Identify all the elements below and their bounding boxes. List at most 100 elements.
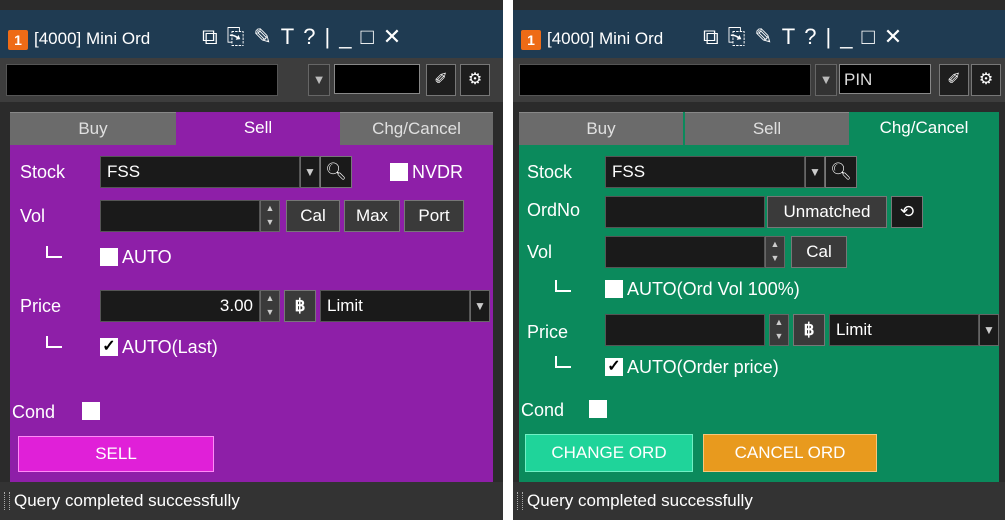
title-icons: ⧉ ⎘ ✎ T? | _ □ ✕ [703,24,911,50]
cal-button[interactable]: Cal [791,236,847,268]
close-icon[interactable]: ✕ [383,24,401,50]
ordno-label: OrdNo [527,200,581,220]
account-bar: ▼ ✐ ⚙ [0,58,503,102]
sell-panel: Buy Sell Chg/Cancel Stock FSS ▼ 🔍︎ NVDR … [10,112,493,482]
auto-vol-checkbox[interactable] [605,280,623,298]
pin-tool-icon[interactable]: ✎ [253,24,271,50]
auto-vol-checkbox[interactable] [100,248,118,266]
order-type-dropdown[interactable]: ▼ [979,314,999,346]
baht-icon[interactable]: ฿ [793,314,825,346]
pin-input[interactable]: PIN [839,64,931,94]
port-button[interactable]: Port [404,200,464,232]
status-bar: Query completed successfully [0,482,503,520]
tab-chg-cancel[interactable]: Chg/Cancel [849,112,999,144]
font-t-icon[interactable]: T [782,24,795,50]
stock-input[interactable]: FSS [605,156,805,188]
price-input[interactable]: 3.00 [100,290,260,322]
title-icons: ⧉ ⎘ ✎ T? | _ □ ✕ [202,24,410,50]
font-t-icon[interactable]: T [281,24,294,50]
status-bar: Query completed successfully [513,482,1005,520]
account-field[interactable] [519,64,811,96]
vol-label: Vol [20,206,46,226]
edit-icon[interactable]: ✐ [939,64,969,96]
stock-dropdown[interactable]: ▼ [300,156,320,188]
price-stepper[interactable]: ▲ ▼ [769,314,789,346]
grip-icon [517,492,523,510]
edit-icon[interactable]: ✐ [426,64,456,96]
nvdr-checkbox[interactable] [390,163,408,181]
account-dropdown[interactable]: ▼ [308,64,330,96]
unmatched-button[interactable]: Unmatched [767,196,887,228]
search-icon[interactable]: 🔍︎ [825,156,857,188]
auto-vol-label: AUTO [122,247,172,267]
cond-checkbox[interactable] [589,400,607,418]
window-icon[interactable]: ⎘ [728,24,746,50]
account-field[interactable] [6,64,278,96]
cal-button[interactable]: Cal [286,200,340,232]
tab-buy[interactable]: Buy [519,112,683,145]
tab-sell[interactable]: Sell [176,112,340,144]
stock-label: Stock [527,162,573,182]
help-icon[interactable]: ? [303,24,315,50]
restore-icon[interactable]: ⧉ [703,24,719,50]
corner-icon [555,356,571,368]
auto-price-label: AUTO(Order price) [627,357,779,377]
sell-button[interactable]: SELL [18,436,214,472]
gear-icon[interactable]: ⚙ [460,64,490,96]
close-icon[interactable]: ✕ [884,24,902,50]
restore-icon[interactable]: ⧉ [202,24,218,50]
window-number-badge: 1 [8,30,28,50]
mini-order-window-change: 1 [4000] Mini Ord ⧉ ⎘ ✎ T? | _ □ ✕ ▼ PIN ✐ ⚙ Bu… [513,0,1005,520]
stock-input[interactable]: FSS [100,156,300,188]
order-type-dropdown[interactable]: ▼ [470,290,490,322]
max-button[interactable]: Max [344,200,400,232]
pin-input[interactable] [334,64,420,94]
price-label: Price [527,322,569,342]
order-type-select[interactable]: Limit [829,314,979,346]
help-icon[interactable]: ? [804,24,816,50]
refresh-icon[interactable]: ⟲ [891,196,923,228]
corner-icon [46,246,62,258]
account-dropdown[interactable]: ▼ [815,64,837,96]
stock-dropdown[interactable]: ▼ [805,156,825,188]
gear-icon[interactable]: ⚙ [971,64,1001,96]
pin-tool-icon[interactable]: ✎ [754,24,772,50]
divider-icon: | [324,24,331,49]
vol-stepper[interactable]: ▲ ▼ [260,200,280,232]
auto-vol-label: AUTO(Ord Vol 100%) [627,279,800,299]
corner-icon [555,280,571,292]
cond-label: Cond [12,402,56,422]
window-title: [4000] Mini Ord [547,29,664,48]
account-bar: ▼ PIN ✐ ⚙ [513,58,1005,102]
window-icon[interactable]: ⎘ [227,24,245,50]
vol-stepper[interactable]: ▲ ▼ [765,236,785,268]
stock-label: Stock [20,162,66,182]
tab-sell[interactable]: Sell [685,112,849,145]
window-number-badge: 1 [521,30,541,50]
tab-chg-cancel[interactable]: Chg/Cancel [340,112,493,145]
auto-price-checkbox[interactable]: ✓ [605,358,623,376]
price-stepper[interactable]: ▲ ▼ [260,290,280,322]
maximize-icon[interactable]: □ [861,24,874,50]
tab-buy[interactable]: Buy [10,112,176,145]
minimize-icon[interactable]: _ [840,24,852,50]
vol-input[interactable] [100,200,260,232]
maximize-icon[interactable]: □ [360,24,373,50]
change-order-button[interactable]: CHANGE ORD [525,434,693,472]
cond-checkbox[interactable] [82,402,100,420]
grip-icon [4,492,10,510]
order-type-select[interactable]: Limit [320,290,470,322]
cancel-order-button[interactable]: CANCEL ORD [703,434,877,472]
title-bar: 1 [4000] Mini Ord ⧉ ⎘ ✎ T? | _ □ ✕ [513,10,1005,58]
ordno-input[interactable] [605,196,765,228]
vol-input[interactable] [605,236,765,268]
price-input[interactable] [605,314,765,346]
status-text: Query completed successfully [14,491,240,510]
change-panel: Buy Sell Chg/Cancel Stock FSS ▼ 🔍︎ OrdNo… [519,112,999,482]
nvdr-label: NVDR [412,162,464,182]
minimize-icon[interactable]: _ [339,24,351,50]
title-bar: 1 [4000] Mini Ord ⧉ ⎘ ✎ T? | _ □ ✕ [0,10,503,58]
search-icon[interactable]: 🔍︎ [320,156,352,188]
auto-last-checkbox[interactable]: ✓ [100,338,118,356]
baht-icon[interactable]: ฿ [284,290,316,322]
